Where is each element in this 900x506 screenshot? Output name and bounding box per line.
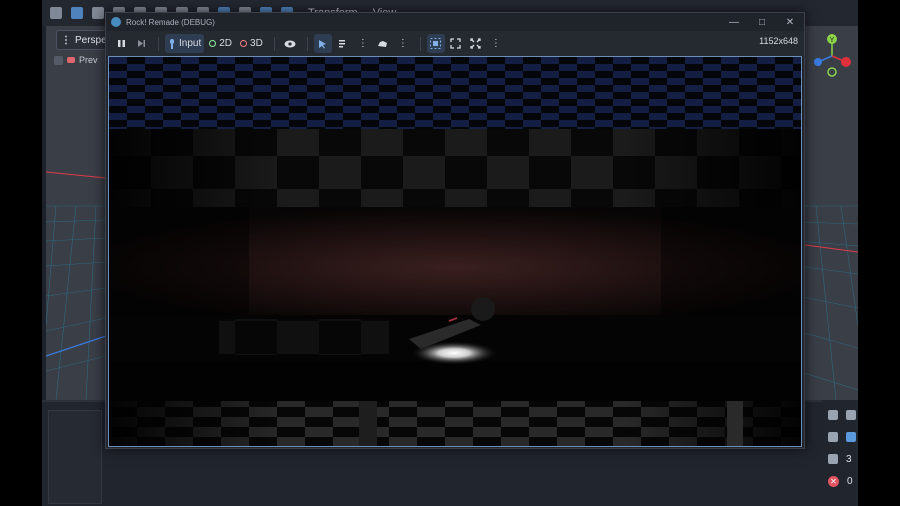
embed-mode-button[interactable] — [426, 34, 445, 53]
message-icon[interactable] — [828, 454, 838, 464]
filter-icon[interactable] — [828, 432, 838, 442]
output-panel-tools: 3 ✕ 0 — [822, 400, 858, 506]
resolution-label: 1152x648 — [759, 36, 798, 46]
toolbar-separator — [158, 36, 159, 51]
list-select-button[interactable] — [334, 34, 352, 53]
mode-2d-label: 2D — [219, 38, 233, 49]
close-button[interactable]: ✕ — [776, 13, 804, 31]
kebab-icon: ⋮ — [490, 38, 501, 49]
bottom-panel-sidebar — [48, 410, 102, 504]
mode-3d-button[interactable]: 3D — [237, 34, 266, 53]
gizmo-y-label: Y — [830, 37, 835, 44]
kebab-icon: ⋮ — [61, 34, 71, 46]
eye-icon — [284, 40, 296, 47]
search-icon[interactable] — [846, 432, 856, 442]
copy-output-icon[interactable] — [846, 410, 856, 420]
gizmo-x-axis[interactable] — [841, 57, 851, 67]
godot-app-icon — [111, 17, 121, 27]
visibility-button[interactable] — [281, 34, 299, 53]
camera-options-button[interactable]: ⋮ — [394, 34, 412, 53]
maximize-button[interactable]: □ — [748, 13, 776, 31]
3d-mode-icon — [240, 40, 248, 47]
pause-icon — [117, 40, 125, 47]
gizmo-z-axis[interactable] — [814, 58, 822, 66]
move-tool-icon[interactable] — [71, 7, 83, 19]
kebab-icon: ⋮ — [357, 38, 368, 49]
gizmo-neg-y-axis[interactable] — [827, 67, 837, 77]
fullscreen-icon — [470, 38, 481, 49]
more-options-button[interactable]: ⋮ — [354, 34, 372, 53]
toolbar-separator — [419, 36, 421, 51]
input-mode-label: Input — [179, 38, 202, 49]
pause-button[interactable] — [112, 34, 130, 53]
next-frame-icon — [137, 40, 145, 47]
preview-checkbox[interactable] — [54, 55, 63, 65]
game-viewport[interactable] — [108, 56, 802, 447]
error-icon[interactable]: ✕ — [828, 475, 839, 487]
camera-override-icon — [378, 41, 388, 47]
message-count: 3 — [846, 453, 852, 465]
joystick-icon — [170, 38, 174, 49]
clear-output-icon[interactable] — [828, 410, 838, 420]
mode-2d-button[interactable]: 2D — [206, 34, 235, 53]
stretch-button[interactable] — [447, 34, 465, 53]
preview-label: Prev — [79, 55, 98, 65]
select-button[interactable] — [313, 34, 332, 53]
fullscreen-button[interactable] — [467, 34, 485, 53]
kebab-icon: ⋮ — [397, 38, 408, 49]
2d-mode-icon — [209, 40, 217, 47]
mode-3d-label: 3D — [250, 38, 263, 49]
window-options-button[interactable]: ⋮ — [487, 34, 505, 53]
camera-override-button[interactable] — [374, 34, 392, 53]
perspective-menu-button[interactable]: ⋮ Perspectiv — [56, 30, 122, 50]
view-orientation-gizmo[interactable]: Y — [812, 32, 852, 78]
toolbar-separator — [306, 36, 308, 51]
window-title: Rock! Remade (DEBUG) — [126, 17, 215, 27]
embed-frame-icon — [430, 38, 442, 49]
game-toolbar: Input 2D 3D ⋮ ⋮ ⋮ 1152x648 — [106, 31, 804, 56]
game-scene-render — [109, 57, 801, 446]
cursor-arrow-icon — [319, 39, 327, 48]
expand-icon — [450, 38, 461, 49]
minimize-button[interactable]: — — [720, 13, 748, 31]
rotate-tool-icon[interactable] — [92, 7, 104, 19]
camera-icon — [67, 57, 75, 63]
window-titlebar[interactable]: Rock! Remade (DEBUG) — □ ✕ — [106, 13, 804, 31]
next-frame-button[interactable] — [132, 34, 150, 53]
select-tool-icon[interactable] — [50, 7, 62, 19]
input-mode-button[interactable]: Input — [165, 34, 205, 53]
list-select-icon — [339, 39, 346, 47]
game-debug-window[interactable]: Rock! Remade (DEBUG) — □ ✕ Input 2D 3D ⋮… — [105, 12, 805, 449]
error-count: 0 — [847, 475, 853, 487]
toolbar-separator — [273, 36, 275, 51]
